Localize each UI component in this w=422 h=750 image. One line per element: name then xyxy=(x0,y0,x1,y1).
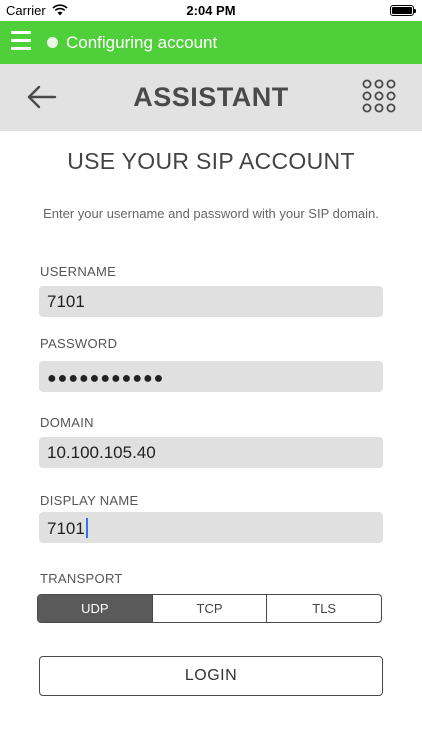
status-bar: Carrier 2:04 PM xyxy=(0,0,422,21)
domain-label: DOMAIN xyxy=(40,415,94,430)
assistant-header: ASSISTANT xyxy=(0,64,422,131)
username-label: USERNAME xyxy=(40,264,117,279)
transport-udp[interactable]: UDP xyxy=(38,595,152,622)
account-status-bar: Configuring account xyxy=(0,21,422,64)
transport-tcp[interactable]: TCP xyxy=(151,595,267,622)
battery-icon xyxy=(390,5,416,16)
page-subtitle: Enter your username and password with yo… xyxy=(43,206,379,221)
password-label: PASSWORD xyxy=(40,336,118,351)
page-title: USE YOUR SIP ACCOUNT xyxy=(67,148,355,174)
account-status-text: Configuring account xyxy=(66,33,218,52)
display-name-label: DISPLAY NAME xyxy=(40,493,139,508)
domain-field[interactable] xyxy=(39,437,383,468)
status-time: 2:04 PM xyxy=(186,3,236,18)
display-name-field[interactable]: 7101 xyxy=(39,512,383,543)
transport-label: TRANSPORT xyxy=(40,571,123,586)
status-dot-icon xyxy=(47,37,58,48)
transport-tls[interactable]: TLS xyxy=(266,595,381,622)
text-caret xyxy=(85,518,88,538)
username-field[interactable] xyxy=(39,286,383,317)
display-name-value: 7101 xyxy=(47,519,85,538)
transport-selector: UDP TCP TLS xyxy=(37,594,382,623)
dialpad-icon[interactable] xyxy=(362,79,396,113)
login-button[interactable]: LOGIN xyxy=(39,656,383,696)
password-value: ●●●●●●●●●●● xyxy=(47,370,165,387)
hamburger-icon[interactable] xyxy=(11,31,31,53)
header-title: ASSISTANT xyxy=(133,82,289,112)
